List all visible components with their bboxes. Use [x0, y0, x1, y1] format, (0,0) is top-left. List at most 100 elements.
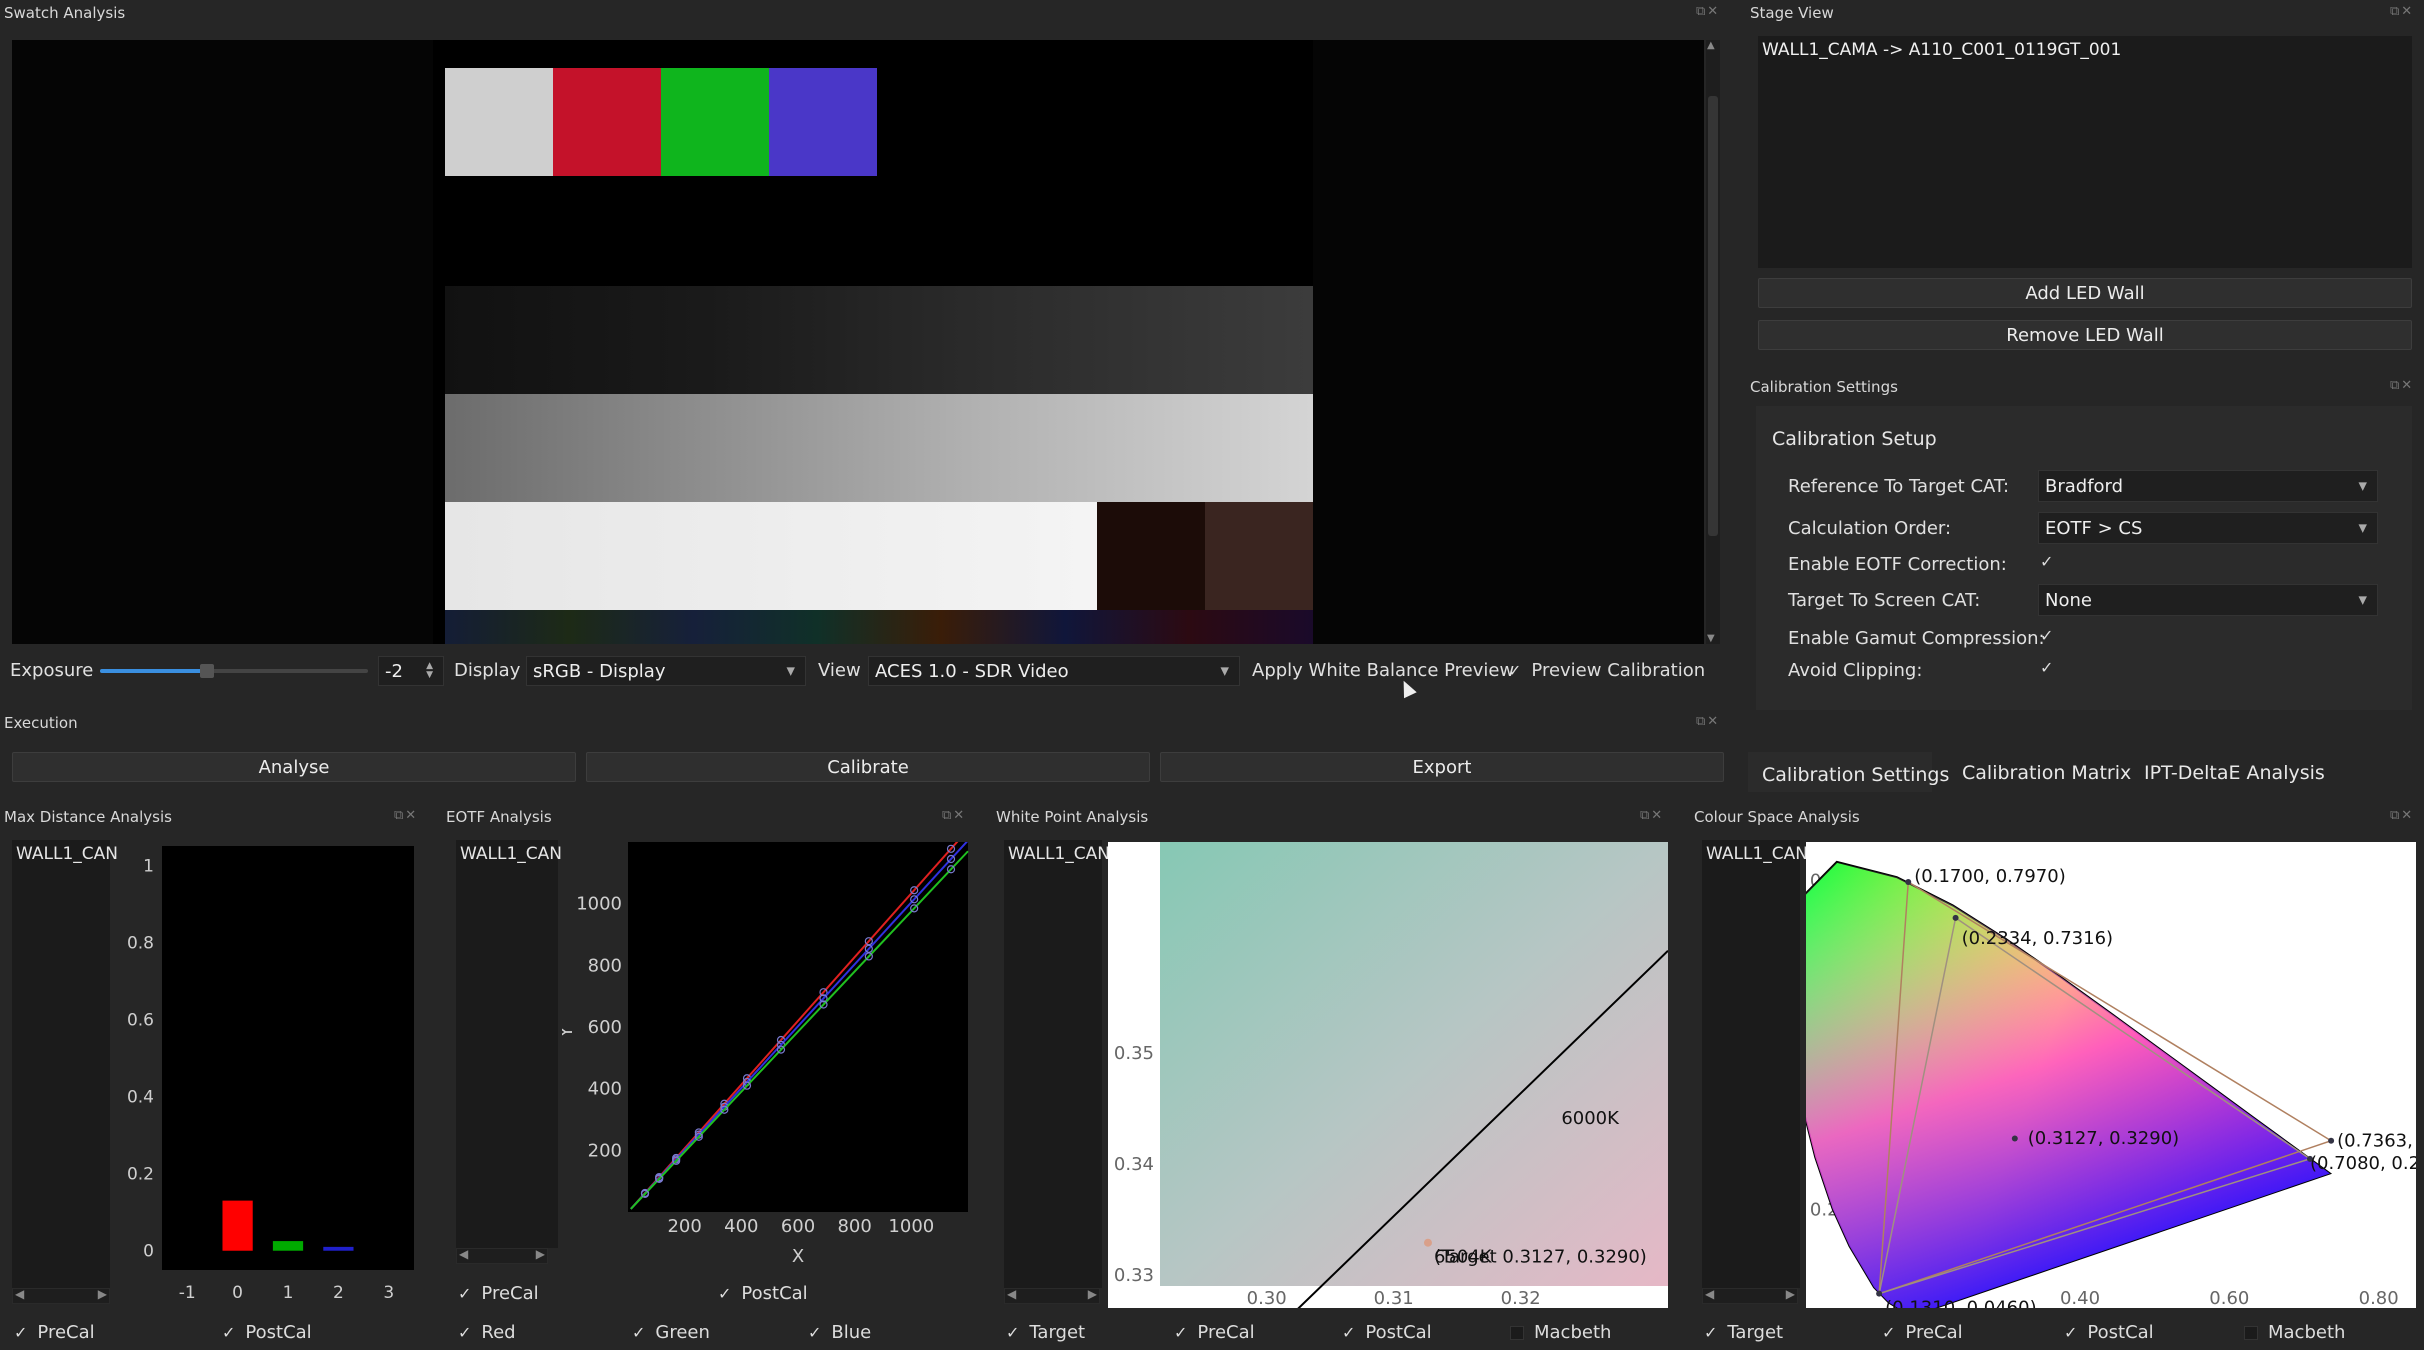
wall-list-item[interactable]: WALL1_CAN — [460, 844, 562, 864]
calibrate-button[interactable]: Calibrate — [586, 752, 1150, 782]
reference-cat-select[interactable]: Bradford ▼ — [2038, 470, 2378, 502]
chevron-down-icon: ▼ — [786, 664, 795, 678]
x-tick-label: 1 — [283, 1283, 294, 1303]
exposure-slider[interactable] — [100, 664, 368, 678]
remove-led-wall-button[interactable]: Remove LED Wall — [1758, 320, 2412, 350]
data-point — [1952, 914, 1959, 921]
y-tick-label: 0.35 — [1114, 1043, 1154, 1064]
exposure-slider-handle[interactable] — [200, 664, 214, 678]
y-tick-label: 800 — [588, 955, 622, 976]
analyse-button[interactable]: Analyse — [12, 752, 576, 782]
max-distance-list-scrollbar[interactable]: ◀ ▶ — [12, 1287, 110, 1304]
eotf-green-checkbox[interactable]: ✓ Green — [632, 1322, 710, 1343]
y-tick-label: 0.2 — [127, 1165, 154, 1185]
white-point-list-scrollbar[interactable]: ◀ ▶ — [1004, 1287, 1100, 1304]
calculation-order-label: Calculation Order: — [1788, 518, 1952, 539]
wp-precal-checkbox[interactable]: ✓ PreCal — [1174, 1322, 1255, 1343]
stage-view-title: Stage View — [1750, 4, 1834, 22]
y-tick-label: 1000 — [576, 894, 622, 915]
chromaticity-annotation: (0.7080, 0.2920) — [2310, 1153, 2416, 1174]
target-label: (Target 0.3127, 0.3290) — [1434, 1247, 1647, 1268]
eotf-postcal-checkbox[interactable]: ✓ PostCal — [718, 1283, 808, 1304]
chevron-down-icon: ▼ — [2358, 521, 2367, 535]
eotf-precal-checkbox[interactable]: ✓ PreCal — [458, 1283, 539, 1304]
x-axis-label: X — [792, 1246, 804, 1267]
gamut-compression-checkbox[interactable]: ✓ — [2040, 626, 2053, 645]
add-led-wall-button[interactable]: Add LED Wall — [1758, 278, 2412, 308]
x-tick-label: 0.60 — [2209, 1288, 2249, 1308]
y-tick-label: 600 — [588, 1017, 622, 1038]
swatch-analysis-title: Swatch Analysis — [4, 4, 126, 22]
cs-precal-checkbox[interactable]: ✓ PreCal — [1882, 1322, 1963, 1343]
max-distance-title: Max Distance Analysis — [4, 808, 172, 826]
white-balance-preview-label: Apply White Balance Preview — [1252, 660, 1515, 681]
x-tick-label: 2 — [333, 1283, 344, 1303]
swatch-viewport[interactable] — [12, 40, 1704, 644]
white-balance-preview-checkbox[interactable]: ✓ Preview Calibration — [1508, 660, 1705, 681]
cs-postcal-checkbox[interactable]: ✓ PostCal — [2064, 1322, 2154, 1343]
max-postcal-checkbox[interactable]: ✓ PostCal — [222, 1322, 312, 1343]
max-distance-dock-icons[interactable]: ⧉✕ — [394, 808, 418, 823]
view-select[interactable]: ACES 1.0 - SDR Video ▼ — [868, 656, 1240, 686]
eotf-dock-icons[interactable]: ⧉✕ — [942, 808, 966, 823]
colour-space-wall-list[interactable]: WALL1_CAN — [1702, 840, 1808, 1288]
colour-space-chart: 0.200.400.600.800.200.400.600.80(0.1700,… — [1806, 842, 2416, 1308]
chromaticity-annotation: (0.2334, 0.7316) — [1962, 928, 2113, 949]
wall-list-item[interactable]: WALL1_CAN — [16, 844, 118, 864]
x-tick-label: 200 — [667, 1216, 701, 1237]
locus-label: 6000K — [1561, 1108, 1620, 1129]
stage-dock-icons[interactable]: ⧉✕ — [2390, 4, 2414, 19]
stage-list-item[interactable]: WALL1_CAMA -> A110_C001_0119GT_001 — [1762, 40, 2121, 60]
display-select[interactable]: sRGB - Display ▼ — [526, 656, 806, 686]
cs-macbeth-checkbox[interactable]: Macbeth — [2244, 1322, 2345, 1343]
calibration-settings-title: Calibration Settings — [1750, 378, 1898, 396]
wp-macbeth-checkbox[interactable]: Macbeth — [1510, 1322, 1611, 1343]
view-label: View — [818, 660, 861, 681]
y-tick-label: 1 — [143, 856, 154, 876]
chromaticity-annotation: (0.1700, 0.7970) — [1914, 866, 2065, 887]
x-tick-label: 0.31 — [1374, 1288, 1414, 1308]
screen-cat-select[interactable]: None ▼ — [2038, 584, 2378, 616]
swatch-vertical-scrollbar[interactable]: ▲ ▼ — [1706, 40, 1720, 644]
data-point — [2328, 1137, 2335, 1144]
cs-target-checkbox[interactable]: ✓ Target — [1704, 1322, 1783, 1343]
stage-list[interactable]: WALL1_CAMA -> A110_C001_0119GT_001 — [1758, 36, 2412, 268]
avoid-clipping-label: Avoid Clipping: — [1788, 660, 1923, 681]
eotf-chart: 200 400 600 800 1000 200 400 600 800 1000 X Y — [562, 842, 969, 1267]
calculation-order-select[interactable]: EOTF > CS ▼ — [2038, 512, 2378, 544]
tab-calibration-settings-label[interactable]: Calibration Settings — [1762, 764, 1949, 786]
wp-postcal-checkbox[interactable]: ✓ PostCal — [1342, 1322, 1432, 1343]
wall-list-item[interactable]: WALL1_CAN — [1706, 844, 1808, 864]
tab-calibration-matrix[interactable]: Calibration Matrix — [1962, 762, 2131, 784]
x-tick-label: 0.32 — [1501, 1288, 1541, 1308]
swatch-image — [433, 40, 1313, 644]
max-distance-wall-list[interactable]: WALL1_CAN — [12, 840, 118, 1288]
wall-list-item[interactable]: WALL1_CAN — [1008, 844, 1110, 864]
max-precal-checkbox[interactable]: ✓ PreCal — [14, 1322, 95, 1343]
wp-target-checkbox[interactable]: ✓ Target — [1006, 1322, 1085, 1343]
eotf-list-scrollbar[interactable]: ◀ ▶ — [456, 1247, 548, 1264]
data-point — [2011, 1135, 2018, 1142]
chromaticity-annotation: (0.7363, 0.3250) — [2337, 1131, 2416, 1152]
colour-space-list-scrollbar[interactable]: ◀ ▶ — [1702, 1287, 1798, 1304]
y-tick-label: 400 — [588, 1079, 622, 1100]
export-button[interactable]: Export — [1160, 752, 1724, 782]
exposure-slider-fill — [100, 669, 205, 673]
exposure-spinbox[interactable]: -2 ▲ ▼ — [378, 656, 444, 686]
preview-calibration-label: Preview Calibration — [1531, 660, 1706, 681]
white-point-wall-list[interactable]: WALL1_CAN — [1004, 840, 1110, 1288]
avoid-clipping-checkbox[interactable]: ✓ — [2040, 658, 2053, 677]
colour-space-dock-icons[interactable]: ⧉✕ — [2390, 808, 2414, 823]
swatch-dock-icons[interactable]: ⧉✕ — [1696, 4, 1720, 19]
calibration-dock-icons[interactable]: ⧉✕ — [2390, 378, 2414, 393]
white-point-dock-icons[interactable]: ⧉✕ — [1640, 808, 1664, 823]
execution-dock-icons[interactable]: ⧉✕ — [1696, 714, 1720, 729]
spin-arrows-icon[interactable]: ▲ ▼ — [426, 662, 433, 680]
chromaticity-annotation: (0.3127, 0.3290) — [2028, 1128, 2179, 1149]
eotf-red-checkbox[interactable]: ✓ Red — [458, 1322, 516, 1343]
eotf-wall-list[interactable]: WALL1_CAN — [456, 840, 562, 1248]
eotf-blue-checkbox[interactable]: ✓ Blue — [808, 1322, 871, 1343]
white-point-title: White Point Analysis — [996, 808, 1149, 826]
eotf-correction-checkbox[interactable]: ✓ — [2040, 552, 2053, 571]
tab-ipt-deltae-analysis[interactable]: IPT-DeltaE Analysis — [2144, 762, 2325, 784]
